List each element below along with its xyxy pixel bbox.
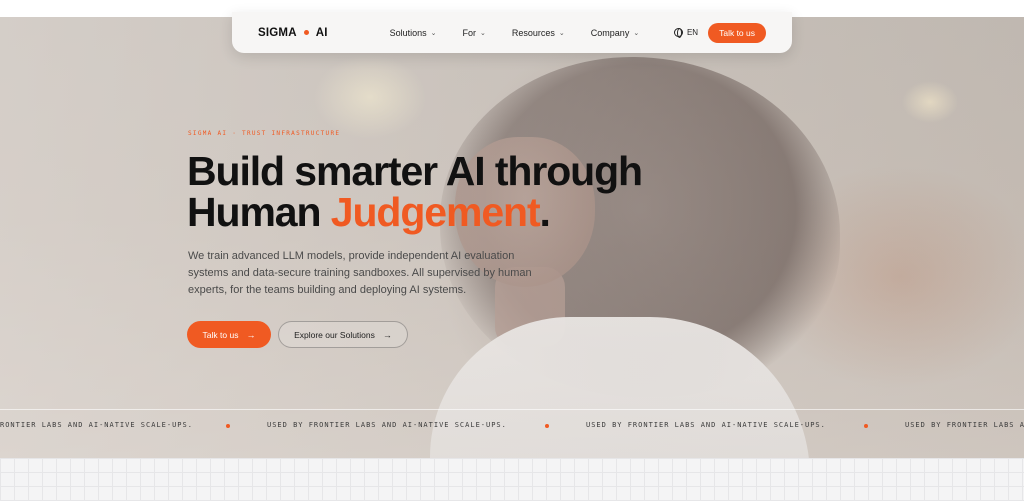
ticker-item: USED BY FRONTIER LABS AND AI-NATIVE SCAL… <box>267 421 507 429</box>
chevron-down-icon: ⌄ <box>558 29 565 37</box>
language-label: EN <box>686 28 699 37</box>
nav-item-label: Company <box>590 27 630 38</box>
hero-background <box>0 17 1024 458</box>
nav-item-resources[interactable]: Resources ⌄ <box>512 28 565 38</box>
nav-item-label: For <box>462 27 477 38</box>
nav-item-label: Solutions <box>389 27 427 38</box>
talk-to-us-button[interactable]: Talk to us → <box>187 321 271 348</box>
next-section-grid <box>0 458 1024 501</box>
site-logo[interactable]: SIGMA AI <box>258 27 328 39</box>
logo-dot-icon <box>303 30 309 35</box>
ticker-divider <box>0 409 1024 410</box>
ticker-dot-icon <box>545 424 549 428</box>
nav-item-company[interactable]: Company ⌄ <box>591 28 639 38</box>
chevron-down-icon: ⌄ <box>633 29 640 37</box>
ticker-dot-icon <box>226 424 230 428</box>
explore-solutions-label: Explore our Solutions <box>294 329 375 340</box>
hero-overlay <box>0 17 1024 458</box>
nav-item-label: Resources <box>511 27 555 38</box>
top-navigation: SIGMA AI Solutions ⌄ For ⌄ Resources ⌄ C… <box>232 12 792 53</box>
ticker-dot-icon <box>864 424 868 428</box>
language-selector[interactable]: EN <box>673 28 699 38</box>
arrow-right-icon: → <box>382 329 392 340</box>
hero-subtext: We train advanced LLM models, provide in… <box>188 250 532 296</box>
headline-line-1: Build smarter AI through <box>187 148 643 194</box>
ticker-item: USED BY FRONTIER LABS AND AI-NATIVE SCAL… <box>586 421 826 429</box>
explore-solutions-button[interactable]: Explore our Solutions → <box>278 321 408 348</box>
nav-talk-to-us-button[interactable]: Talk to us <box>708 22 766 43</box>
headline-end: . <box>539 189 551 235</box>
hero-eyebrow: SIGMA AI · TRUST INFRASTRUCTURE <box>188 130 341 137</box>
nav-item-for[interactable]: For ⌄ <box>463 28 486 38</box>
headline-accent: Judgement <box>330 189 541 235</box>
chevron-down-icon: ⌄ <box>480 29 486 37</box>
logo-text-sigma: SIGMA <box>258 26 297 39</box>
talk-to-us-label: Talk to us <box>202 329 239 340</box>
nav-links: Solutions ⌄ For ⌄ Resources ⌄ Company ⌄ <box>390 28 640 38</box>
hero-headline: Build smarter AI through Human Judgement… <box>187 148 643 235</box>
nav-item-solutions[interactable]: Solutions ⌄ <box>390 28 437 38</box>
globe-icon <box>673 28 683 38</box>
ticker-item: USED BY FRONTIER LABS AND AI- <box>905 421 1024 429</box>
logo-text-ai: AI <box>315 26 328 39</box>
headline-line-2-start: Human <box>187 189 331 235</box>
ticker-item: RONTIER LABS AND AI-NATIVE SCALE-UPS. <box>0 421 193 429</box>
logo-ticker: RONTIER LABS AND AI-NATIVE SCALE-UPS. US… <box>0 421 1024 433</box>
arrow-right-icon: → <box>246 329 256 340</box>
chevron-down-icon: ⌄ <box>430 29 437 37</box>
